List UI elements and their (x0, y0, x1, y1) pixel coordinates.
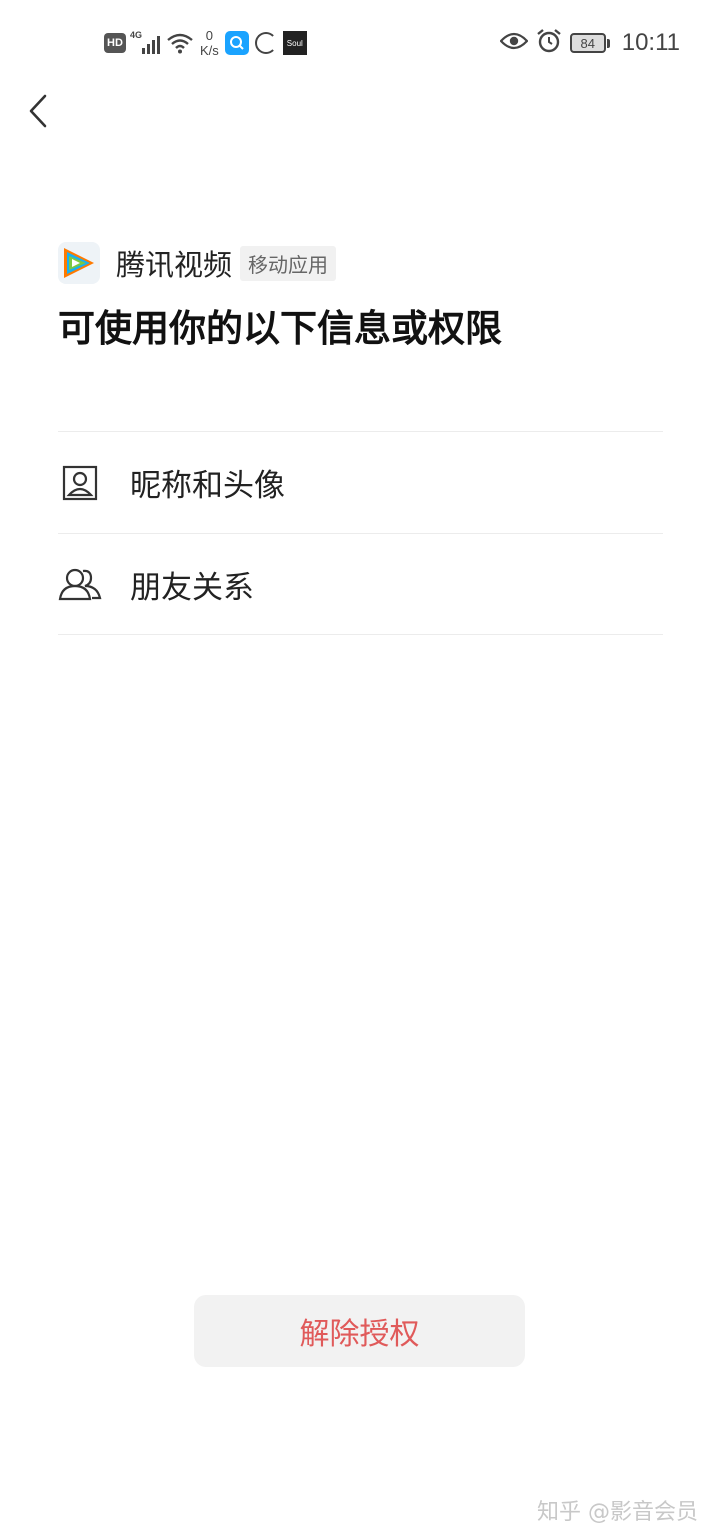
app-header: 腾讯视频 移动应用 (58, 242, 337, 284)
permission-item-profile: 昵称和头像 (58, 431, 663, 533)
app-type-tag: 移动应用 (240, 245, 337, 281)
permission-label: 昵称和头像 (130, 468, 285, 504)
app-name: 腾讯视频 (116, 248, 233, 282)
speed-unit: K/s (200, 43, 219, 58)
status-bar: HD 4G 0 K/s Soul 84 10:11 (0, 0, 720, 84)
battery-indicator: 84 (569, 33, 610, 53)
loading-ring-icon (254, 32, 277, 54)
network-type-label: 4G (130, 30, 143, 40)
revoke-authorization-button[interactable]: 解除授权 (194, 1295, 525, 1367)
chevron-left-icon (29, 94, 47, 128)
search-app-icon (224, 31, 249, 55)
eye-icon (499, 31, 529, 55)
alarm-clock-icon (536, 28, 562, 58)
permission-list: 昵称和头像 朋友关系 (58, 431, 663, 635)
status-bar-right: 84 10:11 (499, 26, 680, 60)
authorization-page: HD 4G 0 K/s Soul 84 10:11 腾讯视频 移动应用 可使用你… (0, 0, 720, 1540)
network-speed: 0 K/s (200, 28, 219, 58)
back-button[interactable] (18, 88, 58, 134)
permission-label: 朋友关系 (130, 569, 254, 606)
clock: 10:11 (621, 29, 680, 56)
profile-card-icon (58, 461, 102, 505)
speed-value: 0 (205, 28, 214, 43)
wifi-icon (166, 32, 194, 54)
cellular-signal-icon: 4G (130, 30, 160, 54)
page-title: 可使用你的以下信息或权限 (58, 307, 502, 350)
soul-app-icon: Soul (282, 31, 307, 55)
friends-icon (58, 562, 102, 606)
status-bar-left: HD 4G 0 K/s Soul (104, 26, 307, 60)
battery-level: 84 (569, 33, 606, 53)
permission-item-friends: 朋友关系 (58, 533, 663, 635)
tencent-video-logo-icon (58, 242, 100, 284)
watermark: 知乎 @影音会员 (537, 1500, 698, 1525)
hd-badge: HD (104, 33, 126, 53)
